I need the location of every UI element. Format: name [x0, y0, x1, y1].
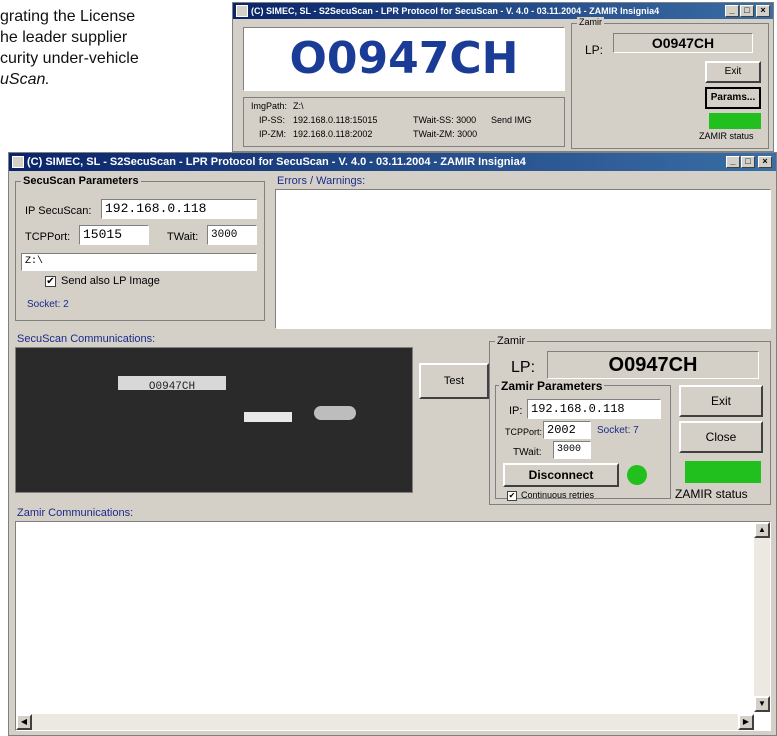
- connection-indicator: [627, 465, 647, 485]
- document-line: curity under-vehicle: [0, 50, 139, 67]
- zamir-comm-label: Zamir Communications:: [17, 507, 134, 519]
- maximize-icon[interactable]: □: [741, 156, 755, 168]
- scroll-up-icon[interactable]: ▲: [754, 522, 770, 538]
- scroll-right-icon[interactable]: ▶: [738, 714, 754, 730]
- disconnect-button-label: Disconnect: [528, 468, 594, 482]
- secuscan-params-legend: SecuScan Parameters: [21, 175, 141, 187]
- small-window-title: (C) SIMEC, SL - S2SecuScan - LPR Protoco…: [251, 6, 660, 16]
- ip-zm-label: IP-ZM:: [259, 129, 286, 139]
- horizontal-scrollbar[interactable]: [16, 714, 754, 730]
- vehicle-glare: [314, 406, 356, 420]
- secuscan-image: O0947CH: [15, 347, 413, 493]
- close-button[interactable]: Close: [679, 421, 763, 453]
- small-status-label: ZAMIR status: [699, 131, 754, 141]
- img-path-label: ImgPath:: [251, 101, 288, 111]
- twait-label: TWait:: [167, 231, 199, 243]
- small-window: (C) SIMEC, SL - S2SecuScan - LPR Protoco…: [232, 2, 774, 152]
- exit-button-label: Exit: [710, 394, 731, 408]
- minimize-icon[interactable]: _: [726, 156, 740, 168]
- continuous-retries-checkbox[interactable]: ✔: [507, 491, 517, 501]
- test-button-label: Test: [443, 375, 465, 387]
- main-window-title: (C) SIMEC, SL - S2SecuScan - LPR Protoco…: [27, 156, 526, 168]
- main-window-titlebar: (C) SIMEC, SL - S2SecuScan - LPR Protoco…: [9, 153, 776, 171]
- small-exit-button[interactable]: Exit: [705, 61, 761, 83]
- continuous-retries-label: Continuous retries: [521, 490, 595, 500]
- zamir-comm-box[interactable]: ▲ ▼ ◀ ▶: [15, 521, 771, 731]
- small-exit-label: Exit: [724, 66, 742, 77]
- vehicle-light: [244, 412, 292, 422]
- zamir-socket-label: Socket: 7: [597, 425, 639, 436]
- twait-ss: TWait-SS: 3000: [413, 115, 477, 125]
- small-params-label: Params...: [710, 92, 756, 103]
- send-img-label: Send IMG: [491, 115, 532, 125]
- zamir-lp-label: LP:: [511, 359, 536, 376]
- ip-secuscan-label: IP SecuScan:: [25, 205, 92, 217]
- plate-crop-text: O0947CH: [148, 381, 196, 393]
- zamir-params-legend: Zamir Parameters: [499, 379, 605, 393]
- small-status-indicator: [709, 113, 761, 129]
- small-zamir-legend: Zamir: [577, 17, 604, 27]
- small-lp-field: O0947CH: [613, 33, 753, 53]
- exit-button[interactable]: Exit: [679, 385, 763, 417]
- socket-label: Socket: 2: [27, 299, 69, 310]
- zamir-lp-field: O0947CH: [547, 351, 759, 379]
- zamir-legend: Zamir: [495, 335, 528, 347]
- img-path-value: Z:\: [293, 101, 304, 111]
- errors-warnings-box[interactable]: [275, 189, 771, 329]
- scroll-down-icon[interactable]: ▼: [754, 696, 770, 712]
- document-text: grating the License he leader supplier c…: [0, 6, 212, 90]
- zamir-twait-input[interactable]: 3000: [553, 441, 591, 459]
- small-window-titlebar: (C) SIMEC, SL - S2SecuScan - LPR Protoco…: [233, 3, 773, 19]
- zamir-ip-input[interactable]: 192.168.0.118: [527, 399, 661, 419]
- small-lp-label: LP:: [585, 43, 604, 57]
- plate-display-text: O0947CH: [289, 33, 519, 84]
- ip-ss-label: IP-SS:: [259, 115, 286, 125]
- ip-zm-value: 192.168.0.118:2002: [293, 129, 373, 139]
- minimize-icon[interactable]: _: [725, 5, 739, 17]
- small-params-button[interactable]: Params...: [705, 87, 761, 109]
- zamir-tcpport-input[interactable]: 2002: [543, 421, 591, 439]
- send-lp-label: Send also LP Image: [61, 275, 160, 287]
- ip-ss-value: 192.168.0.118:15015: [293, 115, 378, 125]
- plate-crop: O0947CH: [118, 376, 226, 393]
- twait-zm: TWait-ZM: 3000: [413, 129, 478, 139]
- document-line: uScan.: [0, 71, 50, 88]
- maximize-icon[interactable]: □: [740, 5, 754, 17]
- zamir-ip-label: IP:: [509, 405, 523, 417]
- tcpport-input[interactable]: 15015: [79, 225, 149, 245]
- send-lp-checkbox[interactable]: ✔: [45, 276, 56, 287]
- scroll-left-icon[interactable]: ◀: [16, 714, 32, 730]
- zamir-status-indicator: [685, 461, 761, 483]
- close-button-label: Close: [705, 430, 737, 444]
- close-icon[interactable]: ×: [756, 5, 770, 17]
- secuscan-comm-label: SecuScan Communications:: [17, 333, 156, 345]
- test-button[interactable]: Test: [419, 363, 489, 399]
- tcpport-label: TCPPort:: [25, 231, 71, 243]
- plate-display: O0947CH: [243, 27, 565, 91]
- vertical-scrollbar[interactable]: [754, 522, 770, 712]
- errors-warnings-label: Errors / Warnings:: [277, 175, 366, 187]
- app-icon: [12, 156, 24, 168]
- ip-secuscan-input[interactable]: 192.168.0.118: [101, 199, 257, 219]
- zamir-tcpport-label: TCPPort:: [505, 427, 543, 437]
- zamir-twait-label: TWait:: [513, 447, 542, 458]
- zamir-lp-value: O0947CH: [608, 354, 698, 376]
- main-window: (C) SIMEC, SL - S2SecuScan - LPR Protoco…: [8, 152, 777, 736]
- document-line: he leader supplier: [0, 29, 128, 46]
- zamir-status-label: ZAMIR status: [675, 487, 748, 501]
- close-icon[interactable]: ×: [758, 156, 772, 168]
- image-path-input[interactable]: Z:\: [21, 253, 257, 271]
- twait-input[interactable]: 3000: [207, 225, 257, 245]
- disconnect-button[interactable]: Disconnect: [503, 463, 619, 487]
- small-lp-value: O0947CH: [651, 35, 715, 51]
- app-icon: [236, 5, 248, 17]
- document-line: grating the License: [0, 8, 136, 25]
